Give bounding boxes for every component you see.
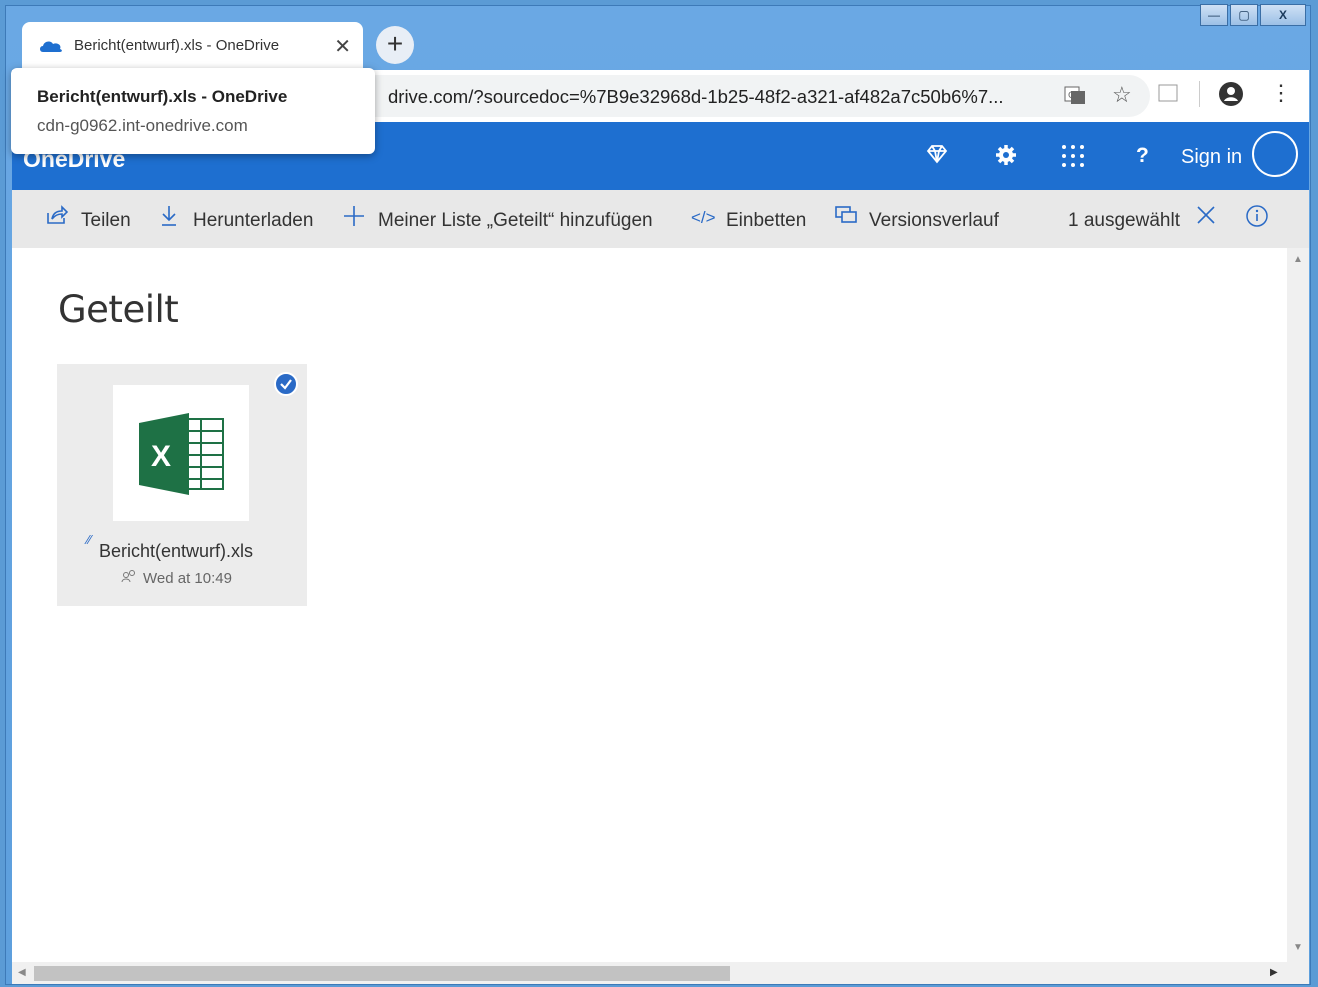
add-icon[interactable] bbox=[343, 205, 365, 233]
avatar[interactable] bbox=[1252, 131, 1298, 177]
selected-check-icon[interactable] bbox=[274, 372, 298, 396]
scroll-right-icon[interactable]: ▶ bbox=[1270, 967, 1278, 978]
clear-selection-icon[interactable] bbox=[1196, 205, 1216, 231]
file-tile[interactable]: X ⁄⁄ Bericht(entwurf).xls Wed at 10:49 bbox=[57, 364, 307, 606]
horizontal-scrollbar[interactable]: ◀ ▶ bbox=[12, 962, 1287, 984]
app-launcher-icon[interactable] bbox=[1061, 144, 1085, 174]
command-bar: Teilen Herunterladen Meiner Liste „Getei… bbox=[12, 190, 1309, 248]
file-name[interactable]: Bericht(entwurf).xls bbox=[99, 541, 253, 562]
browser-window: — ▢ X Bericht(entwurf).xls - OneDrive ✕ … bbox=[0, 0, 1318, 987]
profile-icon[interactable] bbox=[1218, 81, 1244, 113]
maximize-button[interactable]: ▢ bbox=[1230, 4, 1258, 26]
tab-hover-tooltip: Bericht(entwurf).xls - OneDrive cdn-g096… bbox=[11, 68, 375, 154]
toolbar-divider bbox=[1199, 81, 1200, 107]
address-bar[interactable]: drive.com/?sourcedoc=%7B9e32968d-1b25-48… bbox=[342, 75, 1150, 117]
share-button[interactable]: Teilen bbox=[81, 210, 131, 232]
window-controls: — ▢ X bbox=[1198, 4, 1306, 26]
file-thumbnail[interactable]: X bbox=[113, 385, 249, 521]
gear-icon[interactable] bbox=[995, 144, 1017, 172]
share-icon[interactable] bbox=[46, 205, 69, 231]
translate-icon[interactable]: G bbox=[1064, 85, 1086, 110]
info-icon[interactable] bbox=[1246, 205, 1268, 233]
tooltip-host: cdn-g0962.int-onedrive.com bbox=[37, 116, 248, 135]
version-history-icon[interactable] bbox=[834, 205, 858, 231]
star-icon[interactable]: ☆ bbox=[1112, 82, 1132, 108]
scroll-down-icon[interactable]: ▼ bbox=[1293, 942, 1303, 953]
download-icon[interactable] bbox=[160, 205, 178, 233]
sync-status-icon: ⁄⁄ bbox=[87, 532, 92, 547]
selection-count: 1 ausgewählt bbox=[1068, 210, 1180, 231]
download-button[interactable]: Herunterladen bbox=[193, 210, 313, 232]
scrollbar-corner bbox=[1287, 962, 1309, 984]
embed-button[interactable]: Einbetten bbox=[726, 210, 806, 232]
horizontal-scroll-thumb[interactable] bbox=[34, 966, 730, 981]
scroll-up-icon[interactable]: ▲ bbox=[1293, 254, 1303, 265]
file-modified: Wed at 10:49 bbox=[143, 570, 232, 587]
minimize-button[interactable]: — bbox=[1200, 4, 1228, 26]
sign-in-link[interactable]: Sign in bbox=[1181, 146, 1242, 169]
scroll-left-icon[interactable]: ◀ bbox=[18, 967, 26, 978]
svg-text:G: G bbox=[1068, 91, 1075, 101]
tooltip-title: Bericht(entwurf).xls - OneDrive bbox=[37, 87, 288, 106]
new-tab-button[interactable]: + bbox=[376, 26, 414, 64]
shared-people-icon bbox=[121, 569, 137, 586]
address-url[interactable]: drive.com/?sourcedoc=%7B9e32968d-1b25-48… bbox=[388, 86, 1004, 108]
tab-title: Bericht(entwurf).xls - OneDrive bbox=[74, 37, 280, 54]
onedrive-cloud-icon bbox=[40, 41, 62, 52]
main-content: Geteilt X ⁄⁄ Bericht(entwurf).xls Wed at… bbox=[12, 248, 1287, 962]
vertical-scrollbar[interactable]: ▲ ▼ bbox=[1287, 248, 1309, 962]
browser-tab[interactable]: Bericht(entwurf).xls - OneDrive ✕ bbox=[22, 22, 363, 70]
menu-icon[interactable]: ⋮ bbox=[1270, 80, 1292, 106]
svg-text:X: X bbox=[151, 440, 171, 473]
extension-icon[interactable] bbox=[1157, 82, 1179, 110]
add-to-shared-list-button[interactable]: Meiner Liste „Geteilt“ hinzufügen bbox=[378, 210, 653, 232]
close-window-button[interactable]: X bbox=[1260, 4, 1306, 26]
tab-close-icon[interactable]: ✕ bbox=[334, 34, 351, 59]
help-icon[interactable]: ? bbox=[1136, 144, 1149, 168]
excel-icon: X bbox=[139, 413, 224, 495]
diamond-icon[interactable] bbox=[926, 144, 948, 170]
page-title: Geteilt bbox=[58, 288, 179, 331]
embed-icon[interactable]: </> bbox=[691, 208, 716, 228]
version-history-button[interactable]: Versionsverlauf bbox=[869, 210, 999, 232]
